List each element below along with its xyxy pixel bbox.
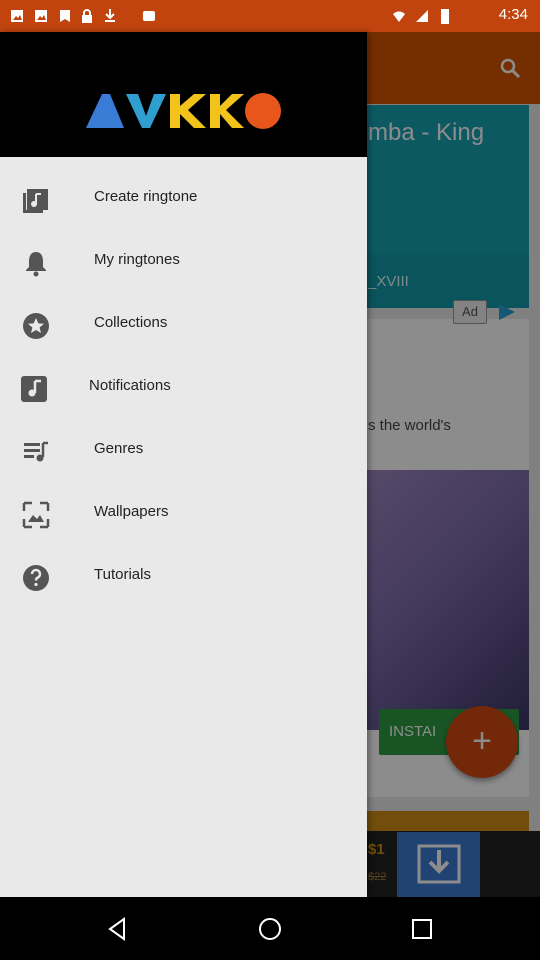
drawer-item-collections[interactable]: Collections xyxy=(0,294,367,357)
drawer-item-wallpapers[interactable]: Wallpapers xyxy=(0,483,367,546)
recents-icon[interactable] xyxy=(409,916,435,942)
bell-icon xyxy=(26,252,46,277)
system-nav-bar xyxy=(0,897,540,960)
drawer-item-tutorials[interactable]: Tutorials xyxy=(0,546,367,609)
drawer-item-label: Tutorials xyxy=(94,566,151,583)
drawer-item-label: Create ringtone xyxy=(94,188,198,205)
music-note-icon xyxy=(21,376,47,402)
tv-notification-icon xyxy=(143,11,155,21)
lock-icon xyxy=(82,9,92,23)
drawer-item-my-ringtones[interactable]: My ringtones xyxy=(0,231,367,294)
music-library-icon xyxy=(23,189,48,213)
drawer-item-create-ringtone[interactable]: Create ringtone xyxy=(0,168,367,231)
drawer-item-label: Notifications xyxy=(89,377,171,394)
drawer-item-notifications[interactable]: Notifications xyxy=(0,357,367,420)
image-icon xyxy=(22,501,50,529)
home-icon[interactable] xyxy=(257,916,283,942)
image-notification-icon xyxy=(35,10,47,22)
navigation-drawer: Create ringtone My ringtones Collections… xyxy=(0,32,367,897)
status-bar: 4:34 xyxy=(0,0,540,32)
drawer-item-label: Genres xyxy=(94,440,144,457)
battery-icon xyxy=(441,9,449,24)
drawer-item-label: Collections xyxy=(94,314,168,331)
save-notification-icon xyxy=(60,10,70,22)
image-notification-icon xyxy=(11,10,23,22)
status-time: 4:34 xyxy=(498,6,528,23)
drawer-item-label: My ringtones xyxy=(94,251,180,268)
star-icon xyxy=(23,313,49,339)
wifi-icon xyxy=(393,11,405,22)
download-notification-icon xyxy=(105,9,115,22)
drawer-item-label: Wallpapers xyxy=(94,503,169,520)
help-icon xyxy=(23,565,49,591)
app-logo xyxy=(86,93,281,129)
drawer-item-genres[interactable]: Genres xyxy=(0,420,367,483)
signal-icon xyxy=(416,10,428,22)
back-icon[interactable] xyxy=(105,916,131,942)
playlist-icon xyxy=(24,441,48,462)
drawer-header xyxy=(0,32,367,157)
